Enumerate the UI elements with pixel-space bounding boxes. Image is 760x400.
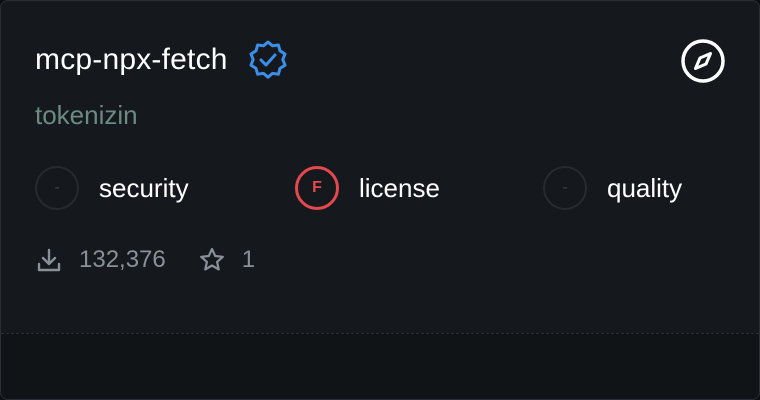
license-label: license [359,172,440,203]
security-grade-badge: - [35,166,79,210]
star-count: 1 [241,246,256,273]
compass-icon[interactable] [680,38,726,84]
score-quality[interactable]: - quality [543,164,682,212]
download-count: 132,376 [79,246,166,273]
license-grade-badge: F [295,166,339,210]
score-row: - security F license - quality [35,164,735,212]
security-label: security [99,172,189,203]
star-icon[interactable] [198,246,226,274]
download-icon [35,246,63,274]
author-name[interactable]: tokenizin [35,100,138,131]
title-row: mcp-npx-fetch [35,39,290,81]
stats-row: 132,376 1 [35,244,255,276]
card-footer [1,333,759,399]
quality-grade-badge: - [543,166,587,210]
quality-label: quality [607,172,683,203]
verified-badge-icon [246,38,290,82]
package-name[interactable]: mcp-npx-fetch [35,43,228,77]
server-card[interactable]: mcp-npx-fetch tokenizin - security F lic… [0,0,760,400]
score-license[interactable]: F license [295,164,440,212]
score-security[interactable]: - security [35,164,189,212]
